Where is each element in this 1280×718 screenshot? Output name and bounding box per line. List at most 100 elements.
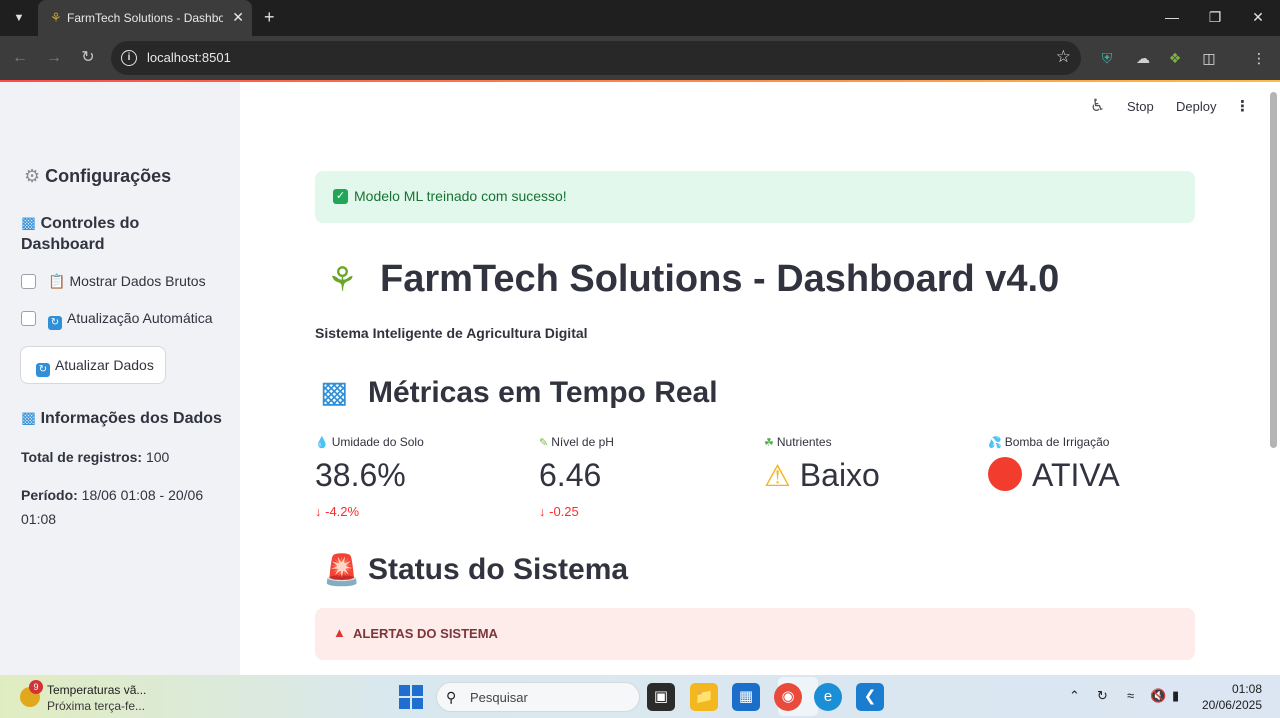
search-placeholder[interactable]: Pesquisar [470,690,528,705]
extensions-puzzle-icon[interactable]: ◫ [1199,48,1219,68]
vscode-icon[interactable]: ❮ [856,683,884,711]
back-icon[interactable]: ← [9,47,31,69]
test-tube-icon: ✎ [539,437,549,449]
siren-icon: 🚨 [323,554,361,587]
metrics-heading: Métricas em Tempo Real [368,376,718,409]
metric-label-text: Nutrientes [776,435,832,449]
success-message: Modelo ML treinado com sucesso! [354,188,567,204]
restore-icon[interactable]: ❐ [1205,7,1225,27]
arrow-down-icon: ↓ [539,504,546,519]
browser-menu-icon[interactable]: ⋮ [1249,48,1269,68]
main-menu-icon[interactable]: ⋮ [1235,97,1250,115]
update-data-label[interactable]: ↻ Atualizar Dados [36,357,154,377]
taskbar-search[interactable]: ⚲ Pesquisar [436,682,640,712]
update-data-text: Atualizar Dados [55,357,154,373]
search-icon: ⚲ [446,689,457,705]
gear-icon: ⚙ [24,166,41,186]
sidebar: ⚙ Configurações ▩ Controles do Dashboard… [0,82,240,675]
alerts-box: ▲ ALERTAS DO SISTEMA [315,608,1195,660]
file-explorer-icon[interactable]: 📁 [690,683,718,711]
droplet-icon: 💧 [315,437,329,449]
notification-badge: 9 [29,680,43,694]
metric-label: 💧 Umidade do Solo [315,435,424,449]
scrollbar-thumb[interactable] [1270,92,1277,448]
metric-label-text: Bomba de Irrigação [1004,435,1110,449]
bookmark-star-icon[interactable]: ☆ [1056,47,1071,67]
taskbar: 9 Temperaturas vã... Próxima terça-fe...… [0,675,1280,718]
data-info-title: Informações dos Dados [40,410,222,427]
shield-extension-icon[interactable]: ⛨ [1097,48,1117,68]
seedling-icon: ☘ [764,437,774,449]
metric-label-text: Nível de pH [551,435,614,449]
weather-line1: Temperaturas vã... [47,683,147,697]
store-icon[interactable]: ▦ [732,683,760,711]
bar-chart-icon: ▩ [21,215,37,232]
bar-chart-icon: ▩ [320,376,349,409]
url-text[interactable]: localhost:8501 [147,50,231,65]
sidebar-settings-heading: ⚙ Configurações [24,166,171,187]
wifi-icon[interactable]: ≈ [1127,688,1134,703]
period-label: Período: [21,487,78,503]
weather-widget[interactable]: 9 Temperaturas vã... Próxima terça-fe... [16,680,166,714]
speaker-muted-icon[interactable]: 🔇 [1150,688,1166,704]
clock-date[interactable]: 20/06/2025 [1202,698,1262,712]
auto-update-label[interactable]: ↻ Atualização Automática [48,310,213,330]
edge-icon[interactable]: e [814,683,842,711]
metric-label: 💦 Bomba de Irrigação [988,435,1109,449]
battery-icon[interactable]: ▮ [1172,688,1179,704]
show-raw-data-checkbox[interactable] [21,274,36,289]
refresh-icon: ↻ [36,363,50,377]
cloud-extension-icon[interactable]: ☁ [1133,48,1153,68]
address-bar[interactable]: i localhost:8501 ☆ [111,41,1081,75]
update-data-button[interactable]: ↻ Atualizar Dados [20,346,166,384]
metric-value-text: ATIVA [1032,457,1120,493]
new-tab-icon[interactable]: + [264,7,275,28]
site-info-icon[interactable]: i [121,50,137,66]
metric-delta-text: -4.2% [325,504,360,519]
metric-value: ATIVA [988,457,1120,494]
clock-time[interactable]: 01:08 [1232,682,1262,696]
water-drops-icon: 💦 [988,437,1002,449]
red-circle-icon [988,457,1022,491]
check-icon: ✓ [333,189,348,204]
metric-delta: ↓ -4.2% [315,504,359,519]
auto-update-checkbox[interactable] [21,311,36,326]
windows-start-icon[interactable] [399,685,423,709]
metric-value: ⚠ Baixo [764,457,880,494]
streamlit-page: ⚙ Configurações ▩ Controles do Dashboard… [0,80,1280,675]
success-alert: ✓ Modelo ML treinado com sucesso! [315,171,1195,223]
forward-icon[interactable]: → [43,47,65,69]
controls-title: Controles do Dashboard [21,215,140,253]
show-raw-data-label[interactable]: 📋 Mostrar Dados Brutos [48,273,206,290]
metric-delta: ↓ -0.25 [539,504,579,519]
leaf-extension-icon[interactable]: ❖ [1165,48,1185,68]
browser-tab[interactable]: ⚘ FarmTech Solutions - Dashboard ✕ [38,0,252,36]
metric-delta-text: -0.25 [549,504,579,519]
tray-chevron-icon[interactable]: ⌃ [1069,688,1080,704]
page-title: FarmTech Solutions - Dashboard v4.0 [380,258,1060,300]
status-heading: Status do Sistema [368,553,629,586]
sync-icon[interactable]: ↻ [1097,688,1108,704]
refresh-icon: ↻ [48,316,62,330]
tab-close-icon[interactable]: ✕ [232,9,244,26]
reload-icon[interactable]: ↻ [77,47,99,69]
page-subtitle: Sistema Inteligente de Agricultura Digit… [315,325,588,341]
task-view-icon[interactable]: ▣ [647,683,675,711]
siren-icon: ▲ [333,625,346,640]
metric-label-text: Umidade do Solo [331,435,424,449]
minimize-icon[interactable]: — [1162,7,1182,27]
metric-value-text: Baixo [799,457,880,493]
warning-icon: ⚠ [764,460,791,493]
tab-search-chevron-icon[interactable]: ▼ [8,8,30,28]
data-info-heading: ▩ Informações dos Dados [21,408,236,429]
page-scrollbar[interactable] [1266,82,1280,675]
chrome-icon[interactable]: ◉ [774,683,802,711]
period: Período: 18/06 01:08 - 20/06 01:08 [21,483,211,531]
metric-label: ☘ Nutrientes [764,435,832,449]
wheat-icon: ⚘ [327,261,358,299]
alerts-title: ALERTAS DO SISTEMA [353,626,498,641]
arrow-down-icon: ↓ [315,504,322,519]
clipboard-icon: 📋 [48,273,66,289]
window-close-icon[interactable]: ✕ [1248,7,1268,27]
total-records-value: 100 [145,449,170,465]
